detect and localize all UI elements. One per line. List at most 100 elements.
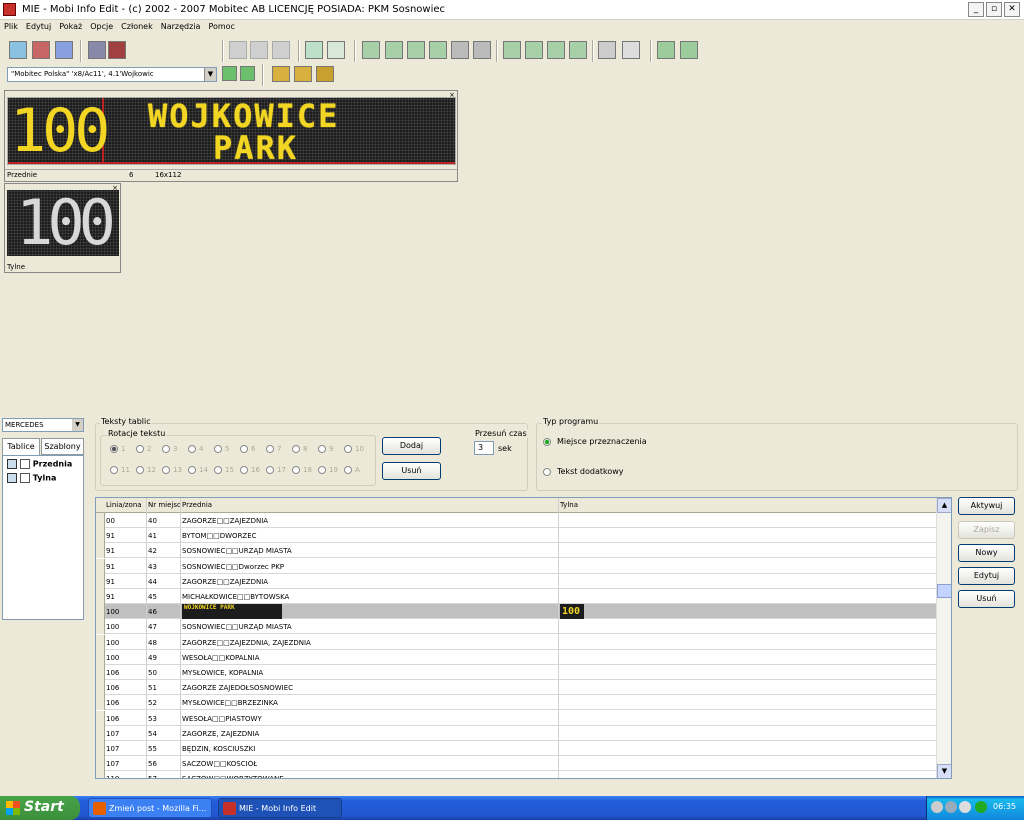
row-indicator[interactable] [96, 573, 105, 589]
row-indicator[interactable] [96, 665, 105, 680]
table-row[interactable]: 107 55 BĘDZIN, KOŚCIUSZKI [96, 741, 936, 756]
extra-text-radio[interactable] [543, 468, 551, 476]
top-icon[interactable] [503, 41, 521, 59]
vehicle-combo[interactable]: MERCEDES ▼ [2, 418, 84, 432]
table-row[interactable]: 106 53 WESOŁA□□PIASTOWY [96, 710, 936, 726]
row-indicator[interactable] [96, 771, 105, 778]
table-row[interactable]: 00 40 ZAGÓRZE□□ZAJEZDNIA [96, 513, 936, 528]
rotation-radio[interactable] [188, 445, 196, 453]
block2-icon[interactable] [473, 41, 491, 59]
row-indicator[interactable] [96, 513, 105, 528]
rotation-radio[interactable] [240, 445, 248, 453]
rotation-radio[interactable] [214, 445, 222, 453]
align-right-icon[interactable] [407, 41, 425, 59]
rear-sign-display[interactable]: 100 [7, 190, 119, 256]
rotation-radio[interactable] [162, 466, 170, 474]
mid-icon[interactable] [525, 41, 543, 59]
paste-icon[interactable] [272, 41, 290, 59]
table-row[interactable]: 100 47 SOSNOWIEC□□URZĄD MIASTA [96, 619, 936, 635]
upload-icon[interactable] [316, 66, 334, 82]
rotation-radio[interactable] [110, 445, 118, 453]
new-button[interactable]: Nowy [958, 544, 1015, 562]
chevron-down-icon[interactable]: ▼ [204, 68, 216, 81]
menu-file[interactable]: Plik [0, 20, 22, 33]
network-icon[interactable] [945, 801, 957, 813]
column-header[interactable]: Linia/zona [106, 501, 142, 513]
update-icon[interactable] [975, 801, 987, 813]
rotation-radio[interactable] [344, 445, 352, 453]
save-button[interactable]: Zapisz [958, 521, 1015, 539]
table-row[interactable]: 106 52 MYSŁOWICE□□BRZEZINKA [96, 695, 936, 711]
security-icon[interactable] [959, 801, 971, 813]
scroll-up-icon[interactable]: ▲ [937, 498, 951, 513]
row-indicator[interactable] [96, 710, 105, 726]
row-indicator[interactable] [96, 558, 105, 574]
row-indicator[interactable] [96, 756, 105, 772]
rotation-radio[interactable] [240, 466, 248, 474]
rotation-radio[interactable] [318, 466, 326, 474]
table-row[interactable]: 100 49 WESOŁA□□KOPALNIA [96, 649, 936, 665]
edit-button[interactable]: Edytuj [958, 567, 1015, 585]
menu-member[interactable]: Członek [117, 20, 157, 33]
taskbar-item-mie[interactable]: MIE - Mobi Info Edit [218, 798, 342, 818]
front-sign-display[interactable]: 100 WOJKOWICE PARK [7, 97, 456, 165]
row-indicator[interactable] [96, 619, 105, 635]
menu-tools[interactable]: Narzędzia [157, 20, 205, 33]
menu-help[interactable]: Pomoc [204, 20, 239, 33]
minimize-button[interactable]: _ [968, 2, 984, 17]
row-indicator[interactable] [96, 725, 105, 741]
rotation-radio[interactable] [162, 445, 170, 453]
table-row[interactable]: 107 56 SACZÓW□□KOŚCIÓŁ [96, 756, 936, 772]
export-icon[interactable] [272, 66, 290, 82]
rotation-radio[interactable] [110, 466, 118, 474]
rotation-radio[interactable] [292, 466, 300, 474]
table-row[interactable]: 100 48 ZAGÓRZE□□ZAJEZDNIA, ZAJEZDNIA [96, 634, 936, 650]
table-row[interactable]: 107 54 ZAGÓRZE, ZAJEZDNIA [96, 725, 936, 741]
bottom-icon[interactable] [547, 41, 565, 59]
row-indicator[interactable] [96, 543, 105, 559]
route-combo[interactable]: "Mobitec Polska" 'x8/Ac11', 4.1'Wojkowic… [7, 67, 217, 82]
row-indicator[interactable] [96, 604, 105, 620]
rotation-radio[interactable] [136, 466, 144, 474]
vertical-scrollbar[interactable]: ▲ ▼ [936, 498, 951, 778]
table-row[interactable]: 91 45 MICHAŁKOWICE□□BYTOWSKA [96, 589, 936, 604]
align-left-icon[interactable] [362, 41, 380, 59]
table-row[interactable]: 110 57 SACZÓW□□WORZYTOWANE [96, 771, 936, 778]
font-icon[interactable] [305, 41, 323, 59]
import-icon[interactable] [294, 66, 312, 82]
split-icon[interactable] [680, 41, 698, 59]
table-row[interactable]: 106 51 ZAGÓRZE ZAJEDOŁSOSNOWIEC [96, 680, 936, 696]
row-indicator[interactable] [96, 634, 105, 650]
checkbox[interactable] [19, 459, 30, 469]
close-button[interactable]: ✕ [1004, 2, 1020, 17]
rotation-radio[interactable] [344, 466, 352, 474]
table-row[interactable]: 106 50 MYSŁOWICE, KOPALNIA [96, 665, 936, 680]
list-item[interactable]: Przednia [7, 459, 72, 471]
row-indicator[interactable] [96, 528, 105, 544]
arrow-up-icon[interactable] [222, 66, 237, 81]
rotation-radio[interactable] [188, 466, 196, 474]
title-bar[interactable]: MIE - Mobi Info Edit - (c) 2002 - 2007 M… [0, 0, 1024, 20]
tab-templates[interactable]: Szablony [41, 438, 84, 455]
row-indicator[interactable] [96, 649, 105, 665]
remove-button[interactable]: Usuń [382, 462, 441, 480]
align-center-icon[interactable] [385, 41, 403, 59]
checkbox[interactable] [19, 473, 30, 483]
column-header[interactable]: Przednia [182, 501, 212, 513]
rotation-radio[interactable] [266, 466, 274, 474]
table-row[interactable]: 91 44 ZAGÓRZE□□ZAJEZDNIA [96, 573, 936, 589]
arrow-icon[interactable] [657, 41, 675, 59]
bus-icon[interactable] [108, 41, 126, 59]
rotation-radio[interactable] [292, 445, 300, 453]
start-button[interactable]: Start [0, 796, 80, 820]
table-row[interactable]: 100 46 WOJKOWICE PARK 100 [96, 604, 936, 620]
link-icon[interactable] [327, 41, 345, 59]
row-indicator[interactable] [96, 680, 105, 696]
rectangle-icon[interactable] [9, 41, 27, 59]
scroll-thumb[interactable] [937, 584, 951, 598]
block-icon[interactable] [451, 41, 469, 59]
delete-button[interactable]: Usuń [958, 590, 1015, 608]
menu-options[interactable]: Opcje [86, 20, 117, 33]
justify-icon[interactable] [429, 41, 447, 59]
arrow-down-icon[interactable] [240, 66, 255, 81]
